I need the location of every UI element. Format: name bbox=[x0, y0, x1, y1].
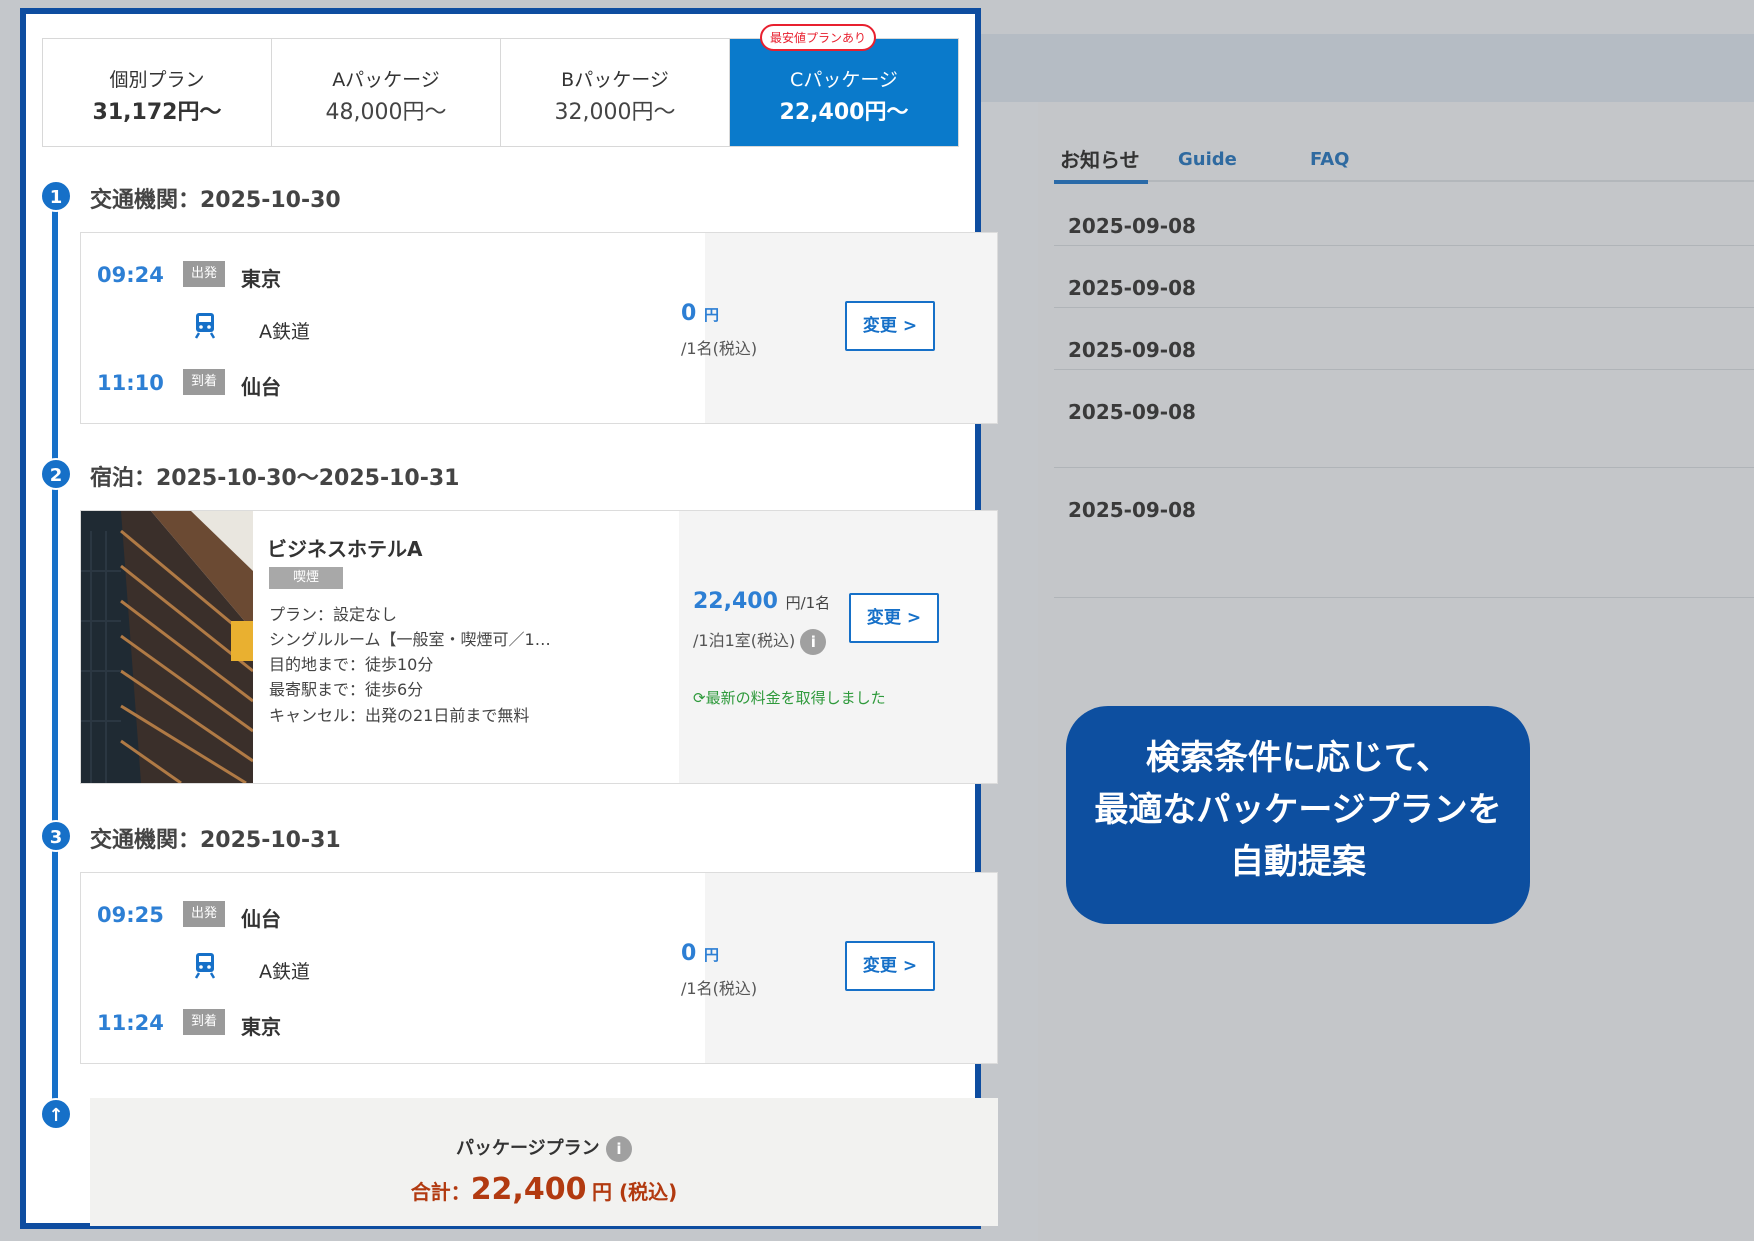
plan-name: Aパッケージ bbox=[332, 69, 440, 91]
news-item[interactable]: 2025-09-08 bbox=[1054, 184, 1754, 246]
departure-tag: 出発 bbox=[183, 261, 225, 287]
section-title-transport-2: 交通機関：2025-10-31 bbox=[90, 828, 341, 853]
hotel-room: シングルルーム【一般室・喫煙可／1… bbox=[269, 630, 551, 649]
plan-tab-a[interactable]: Aパッケージ 48,000円〜 bbox=[272, 39, 501, 146]
price-refresh-status: ⟳最新の料金を取得しました bbox=[693, 689, 886, 707]
transport-box-2: 09:25 出発 仙台 A鉄道 11:24 到着 東京 0 円 /1名(税込) … bbox=[80, 872, 998, 1064]
header-strip bbox=[980, 34, 1754, 102]
info-panel: お知らせ Guide FAQ 2025-09-08 2025-09-08 202… bbox=[1038, 102, 1754, 1241]
package-search-card: 個別プラン 31,172円〜 Aパッケージ 48,000円〜 Bパッケージ 32… bbox=[20, 8, 998, 1229]
plan-price: 31,172円〜 bbox=[92, 100, 222, 125]
price-note: /1名(税込) bbox=[681, 979, 758, 998]
plan-tab-individual[interactable]: 個別プラン 31,172円〜 bbox=[43, 39, 272, 146]
section-title-transport-1: 交通機関：2025-10-30 bbox=[90, 188, 341, 213]
departure-station: 仙台 bbox=[241, 907, 281, 931]
plan-price: 48,000円〜 bbox=[325, 100, 447, 125]
change-button[interactable]: 変更 > bbox=[845, 301, 935, 351]
transport-price: 0 円 bbox=[681, 941, 719, 966]
news-date: 2025-09-08 bbox=[1068, 400, 1196, 424]
news-item[interactable]: 2025-09-08 bbox=[1054, 308, 1754, 370]
news-date: 2025-09-08 bbox=[1068, 338, 1196, 362]
summary-label: パッケージプラン i bbox=[90, 1134, 998, 1162]
timeline-line bbox=[52, 194, 58, 1112]
arrival-time: 11:10 bbox=[97, 371, 164, 395]
plan-tab-c[interactable]: Cパッケージ 22,400円〜 bbox=[730, 39, 958, 146]
hotel-distance-destination: 目的地まで：徒歩10分 bbox=[269, 655, 434, 674]
arrival-tag: 到着 bbox=[183, 369, 225, 395]
hotel-price-note: /1泊1室(税込) i bbox=[693, 627, 827, 655]
tab-guide[interactable]: Guide bbox=[1178, 138, 1237, 182]
callout-line-1: 検索条件に応じて、 bbox=[1145, 738, 1451, 778]
hotel-cancel-policy: キャンセル：出発の21日前まで無料 bbox=[269, 706, 530, 725]
callout-line-3: 自動提案 bbox=[1230, 842, 1366, 882]
arrival-time: 11:24 bbox=[97, 1011, 164, 1035]
tab-faq[interactable]: FAQ bbox=[1310, 138, 1349, 182]
train-icon bbox=[194, 953, 216, 979]
plan-price: 32,000円〜 bbox=[554, 100, 676, 125]
plan-name: Cパッケージ bbox=[790, 69, 898, 91]
news-date: 2025-09-08 bbox=[1068, 276, 1196, 300]
callout-line-2: 最適なパッケージプランを bbox=[1094, 790, 1502, 830]
info-tabs: お知らせ Guide FAQ bbox=[1054, 138, 1754, 184]
plan-tab-b[interactable]: Bパッケージ 32,000円〜 bbox=[501, 39, 730, 146]
info-icon[interactable]: i bbox=[800, 628, 827, 655]
news-item[interactable]: 2025-09-08 bbox=[1054, 370, 1754, 468]
plan-name: Bパッケージ bbox=[561, 69, 669, 91]
smoking-tag: 喫煙 bbox=[269, 567, 343, 589]
price-note: /1名(税込) bbox=[681, 339, 758, 358]
news-item[interactable]: 2025-09-08 bbox=[1054, 468, 1754, 598]
departure-station: 東京 bbox=[241, 267, 281, 291]
hotel-plan: プラン：設定なし bbox=[269, 605, 398, 624]
departure-time: 09:25 bbox=[97, 903, 164, 927]
hotel-box: ビジネスホテルA 喫煙 プラン：設定なし シングルルーム【一般室・喫煙可／1… … bbox=[80, 510, 998, 784]
transport-box-1: 09:24 出発 東京 A鉄道 11:10 到着 仙台 0 円 /1名(税込) … bbox=[80, 232, 998, 424]
step-number-3: 3 bbox=[40, 820, 72, 852]
refresh-icon: ⟳ bbox=[693, 689, 706, 707]
arrival-station: 仙台 bbox=[241, 375, 281, 399]
hotel-name[interactable]: ビジネスホテルA bbox=[267, 533, 422, 562]
departure-tag: 出発 bbox=[183, 901, 225, 927]
arrival-station: 東京 bbox=[241, 1015, 281, 1039]
change-button[interactable]: 変更 > bbox=[849, 593, 939, 643]
railway-name: A鉄道 bbox=[259, 321, 310, 343]
change-button[interactable]: 変更 > bbox=[845, 941, 935, 991]
plan-price: 22,400円〜 bbox=[779, 100, 909, 125]
plan-tabs: 個別プラン 31,172円〜 Aパッケージ 48,000円〜 Bパッケージ 32… bbox=[42, 38, 959, 147]
hotel-price: 22,400 円/1名 bbox=[693, 589, 831, 614]
section-title-hotel: 宿泊：2025-10-30〜2025-10-31 bbox=[90, 466, 460, 491]
step-number-2: 2 bbox=[40, 458, 72, 490]
info-icon[interactable]: i bbox=[605, 1136, 632, 1162]
package-summary: パッケージプラン i 合計：22,400 円 (税込) bbox=[90, 1098, 998, 1226]
tab-news[interactable]: お知らせ bbox=[1054, 138, 1148, 184]
best-price-badge: 最安値プランあり bbox=[760, 24, 877, 51]
news-item[interactable]: 2025-09-08 bbox=[1054, 246, 1754, 308]
news-date: 2025-09-08 bbox=[1068, 214, 1196, 238]
arrival-tag: 到着 bbox=[183, 1009, 225, 1035]
railway-name: A鉄道 bbox=[259, 961, 310, 983]
summary-total: 合計：22,400 円 (税込) bbox=[410, 1172, 678, 1207]
departure-time: 09:24 bbox=[97, 263, 164, 287]
transport-price: 0 円 bbox=[681, 301, 719, 326]
hotel-distance-station: 最寄駅まで：徒歩6分 bbox=[269, 680, 424, 699]
news-date: 2025-09-08 bbox=[1068, 498, 1196, 522]
step-number-1: 1 bbox=[40, 180, 72, 212]
back-to-top-button[interactable]: ↑ bbox=[40, 1098, 72, 1130]
train-icon bbox=[194, 313, 216, 339]
plan-name: 個別プラン bbox=[109, 69, 205, 91]
hotel-photo bbox=[81, 511, 253, 783]
feature-callout: 検索条件に応じて、 最適なパッケージプランを 自動提案 bbox=[1066, 706, 1530, 924]
